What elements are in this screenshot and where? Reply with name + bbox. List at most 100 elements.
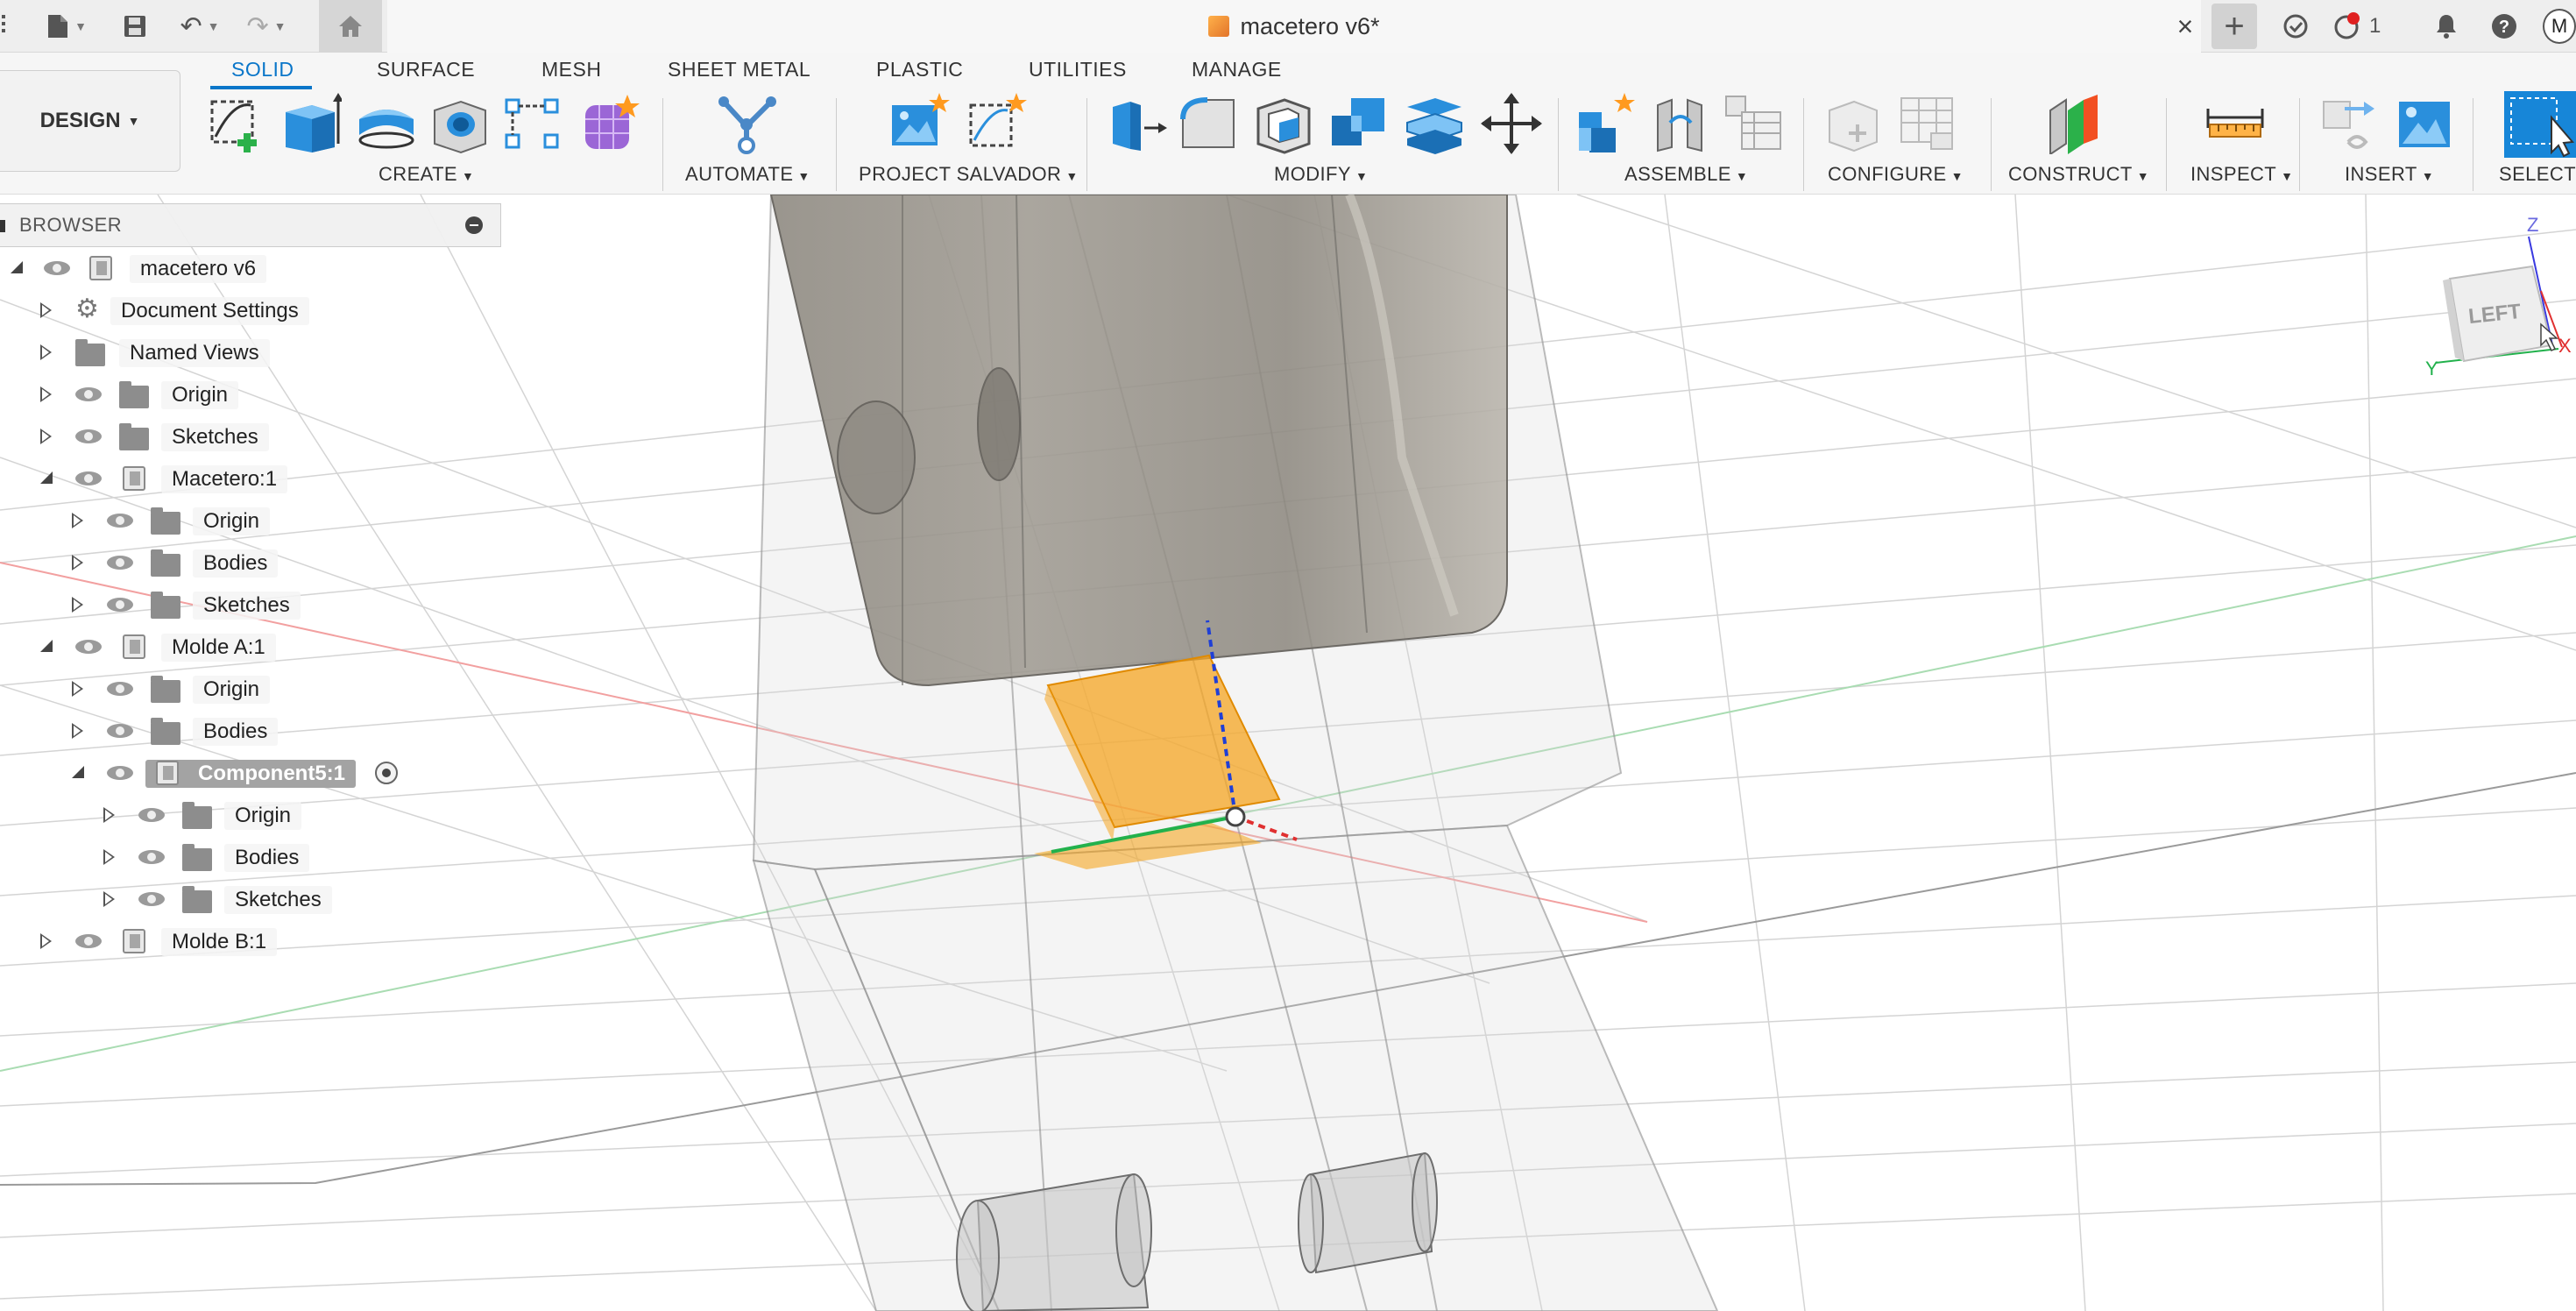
workspace-switcher[interactable]: DESIGN ▼ xyxy=(0,70,180,172)
expand-arrow-icon[interactable] xyxy=(40,429,52,444)
tab-surface[interactable]: SURFACE xyxy=(377,58,475,81)
insert-derive-icon[interactable] xyxy=(2318,93,2380,154)
press-pull-icon[interactable] xyxy=(1106,93,1167,154)
visibility-eye-icon[interactable] xyxy=(107,554,135,571)
pattern-icon[interactable] xyxy=(503,93,564,154)
expand-arrow-icon[interactable] xyxy=(72,723,83,739)
app-menu-icon[interactable] xyxy=(0,7,12,46)
form-icon[interactable] xyxy=(580,93,641,154)
modify-menu[interactable]: MODIFY ▼ xyxy=(1274,163,1368,186)
browser-collapse-icon[interactable] xyxy=(465,216,483,234)
new-component-icon[interactable] xyxy=(1575,93,1637,154)
measure-icon[interactable] xyxy=(2204,93,2266,154)
notifications-bell-icon[interactable] xyxy=(2427,7,2466,46)
expand-arrow-icon[interactable] xyxy=(103,891,115,907)
browser-item-document-settings[interactable]: ⚙ Document Settings xyxy=(0,289,501,331)
visibility-eye-icon[interactable] xyxy=(138,848,166,866)
create-menu[interactable]: CREATE ▼ xyxy=(379,163,474,186)
combine-icon[interactable] xyxy=(1328,93,1390,154)
hole-icon[interactable] xyxy=(429,93,491,154)
job-status-button[interactable]: 1 xyxy=(2332,7,2411,46)
new-tab-button[interactable]: + xyxy=(2212,4,2257,49)
browser-item-molde-b[interactable]: Molde B:1 xyxy=(0,920,501,962)
browser-item-molde-a-origin[interactable]: Origin xyxy=(0,668,501,710)
macetero-body[interactable] xyxy=(769,195,1508,687)
configure-icon[interactable] xyxy=(1822,93,1884,154)
salvador-generate-image-icon[interactable] xyxy=(888,93,950,154)
expand-arrow-icon[interactable] xyxy=(72,681,83,697)
split-body-icon[interactable] xyxy=(1404,93,1465,154)
expand-arrow-icon[interactable] xyxy=(103,807,115,823)
browser-header[interactable]: BROWSER xyxy=(0,203,501,247)
tab-manage[interactable]: MANAGE xyxy=(1192,58,1282,81)
expand-arrow-icon[interactable] xyxy=(72,555,83,570)
visibility-eye-icon[interactable] xyxy=(107,512,135,529)
shell-icon[interactable] xyxy=(1253,93,1314,154)
browser-item-macetero-sketches[interactable]: Sketches xyxy=(0,584,501,626)
create-sketch-icon[interactable] xyxy=(207,93,268,154)
tab-mesh[interactable]: MESH xyxy=(541,58,601,81)
visibility-eye-icon[interactable] xyxy=(75,638,103,656)
browser-item-molde-a[interactable]: Molde A:1 xyxy=(0,626,501,668)
expand-arrow-icon[interactable] xyxy=(40,933,52,949)
assemble-menu[interactable]: ASSEMBLE ▼ xyxy=(1624,163,1748,186)
expand-arrow-icon[interactable] xyxy=(11,261,23,273)
expand-arrow-icon[interactable] xyxy=(40,640,53,652)
bill-of-materials-icon[interactable] xyxy=(1723,93,1784,154)
browser-item-component5-sketches[interactable]: Sketches xyxy=(0,878,501,920)
configuration-table-icon[interactable] xyxy=(1896,93,1957,154)
browser-item-root[interactable]: macetero v6 xyxy=(0,247,501,289)
visibility-eye-icon[interactable] xyxy=(75,470,103,487)
visibility-eye-icon[interactable] xyxy=(44,259,72,277)
browser-item-component5[interactable]: Component5:1 xyxy=(0,752,501,794)
fillet-icon[interactable] xyxy=(1178,93,1239,154)
expand-arrow-icon[interactable] xyxy=(72,597,83,613)
joint-icon[interactable] xyxy=(1651,93,1712,154)
browser-item-component5-bodies[interactable]: Bodies xyxy=(0,836,501,878)
browser-item-named-views[interactable]: Named Views xyxy=(0,331,501,373)
browser-toggle-icon[interactable] xyxy=(0,220,5,232)
browser-item-origin[interactable]: Origin xyxy=(0,373,501,415)
construct-menu[interactable]: CONSTRUCT ▼ xyxy=(2008,163,2149,186)
extrude-icon[interactable] xyxy=(280,93,342,154)
expand-arrow-icon[interactable] xyxy=(72,766,84,778)
visibility-eye-icon[interactable] xyxy=(138,890,166,908)
move-icon[interactable] xyxy=(1481,93,1542,154)
project-salvador-menu[interactable]: PROJECT SALVADOR ▼ xyxy=(859,163,1079,186)
redo-icon[interactable]: ↷ ▼ xyxy=(238,7,294,46)
tab-sheet-metal[interactable]: SHEET METAL xyxy=(668,58,810,81)
browser-item-macetero-origin[interactable]: Origin xyxy=(0,500,501,542)
select-tool-button[interactable] xyxy=(2504,91,2576,158)
visibility-eye-icon[interactable] xyxy=(75,386,103,403)
close-tab-icon[interactable]: × xyxy=(2169,11,2201,42)
tab-plastic[interactable]: PLASTIC xyxy=(876,58,963,81)
expand-arrow-icon[interactable] xyxy=(40,386,52,402)
automate-menu[interactable]: AUTOMATE ▼ xyxy=(685,163,810,186)
insert-canvas-icon[interactable] xyxy=(2394,93,2455,154)
browser-item-sketches[interactable]: Sketches xyxy=(0,415,501,457)
account-avatar[interactable]: M xyxy=(2543,7,2576,46)
configure-menu[interactable]: CONFIGURE ▼ xyxy=(1828,163,1964,186)
visibility-eye-icon[interactable] xyxy=(107,764,135,782)
offset-plane-icon[interactable] xyxy=(2045,93,2106,154)
file-menu-icon[interactable]: ▼ xyxy=(42,7,91,46)
expand-arrow-icon[interactable] xyxy=(72,513,83,528)
help-icon[interactable]: ? xyxy=(2485,7,2523,46)
visibility-eye-icon[interactable] xyxy=(107,596,135,613)
browser-item-molde-a-bodies[interactable]: Bodies xyxy=(0,710,501,752)
revolve-icon[interactable] xyxy=(356,93,417,154)
sync-icon[interactable] xyxy=(2276,7,2315,46)
expand-arrow-icon[interactable] xyxy=(40,344,52,360)
activate-component-radio-icon[interactable] xyxy=(375,762,398,784)
tab-utilities[interactable]: UTILITIES xyxy=(1029,58,1127,81)
undo-icon[interactable]: ↶ ▼ xyxy=(175,7,224,46)
inspect-menu[interactable]: INSPECT ▼ xyxy=(2190,163,2293,186)
browser-item-macetero-bodies[interactable]: Bodies xyxy=(0,542,501,584)
tab-solid[interactable]: SOLID xyxy=(231,58,294,81)
expand-arrow-icon[interactable] xyxy=(103,849,115,865)
document-tab[interactable]: macetero v6* xyxy=(387,0,2201,53)
save-icon[interactable] xyxy=(117,7,152,46)
browser-item-macetero[interactable]: Macetero:1 xyxy=(0,457,501,500)
visibility-eye-icon[interactable] xyxy=(138,806,166,824)
expand-arrow-icon[interactable] xyxy=(40,302,52,318)
